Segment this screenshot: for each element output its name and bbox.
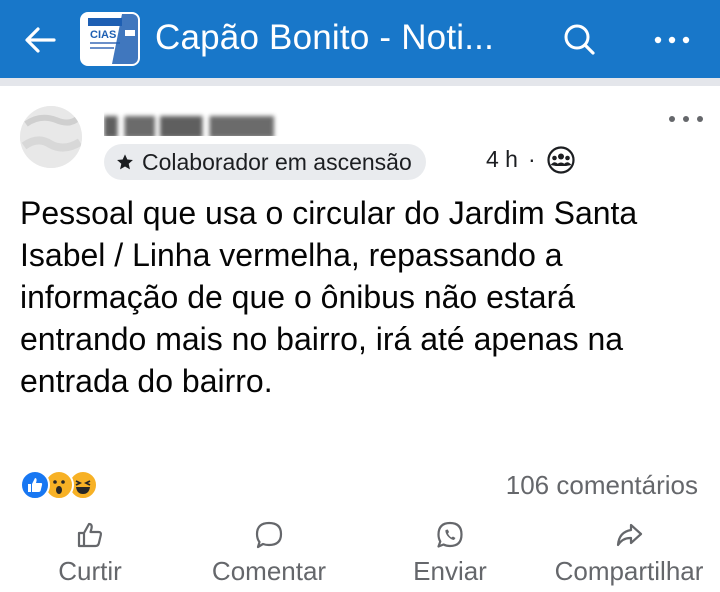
share-arrow-icon	[616, 523, 643, 547]
send-button[interactable]: Enviar	[400, 514, 500, 592]
post-time[interactable]: 4 h	[486, 146, 518, 173]
back-arrow-icon[interactable]	[20, 20, 60, 60]
avatar[interactable]	[20, 106, 82, 168]
share-button[interactable]: Compartilhar	[538, 514, 720, 592]
whatsapp-icon	[437, 521, 463, 548]
post-actions-bar: Curtir Comentar Enviar Compartilhar	[0, 514, 720, 592]
group-members-icon	[547, 146, 575, 174]
comment-bubble-icon	[255, 521, 283, 549]
contributor-badge[interactable]: Colaborador em ascensão	[104, 144, 426, 180]
reaction-summary[interactable]	[20, 468, 110, 502]
like-button-label: Curtir	[58, 556, 122, 586]
thumbs-up-icon	[77, 522, 103, 548]
post-text: Pessoal que usa o circular do Jardim San…	[20, 195, 638, 399]
search-icon[interactable]	[560, 20, 600, 60]
comment-button[interactable]: Comentar	[194, 514, 344, 592]
send-button-label: Enviar	[413, 556, 487, 586]
group-thumbnail[interactable]: CIAS	[80, 12, 140, 66]
badge-label: Colaborador em ascensão	[142, 148, 412, 175]
share-button-label: Compartilhar	[554, 556, 704, 586]
top-app-bar: CIAS Capão Bonito - Noti...	[0, 0, 720, 78]
star-icon	[117, 154, 133, 170]
author-name-redacted[interactable]	[104, 104, 304, 136]
post-options-icon[interactable]	[664, 104, 708, 134]
more-horizontal-icon[interactable]	[648, 20, 696, 60]
comments-count[interactable]: 106 comentários	[506, 470, 698, 501]
group-thumb-text: CIAS	[90, 29, 116, 41]
comment-button-label: Comentar	[211, 556, 327, 586]
feed-divider	[0, 78, 720, 86]
like-reaction-icon	[20, 470, 50, 500]
meta-separator: ·	[528, 146, 536, 172]
like-button[interactable]: Curtir	[44, 514, 136, 592]
group-title[interactable]: Capão Bonito - Noti...	[155, 18, 535, 58]
